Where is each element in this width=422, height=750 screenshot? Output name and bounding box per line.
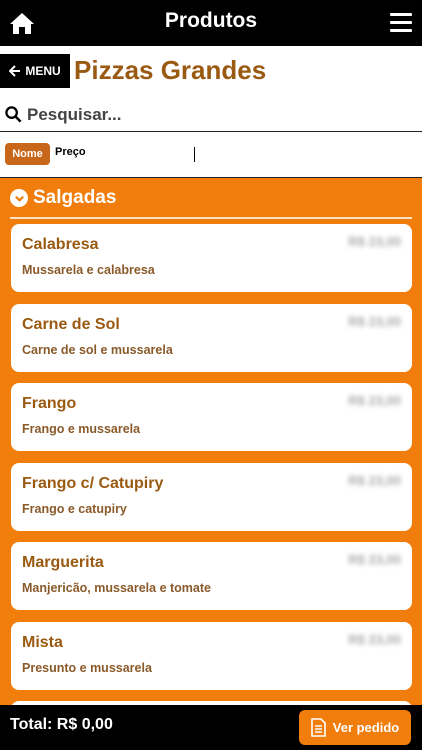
- page-header-title: Produtos: [164, 9, 258, 32]
- product-name: Frango c/ Catupiry: [22, 475, 164, 492]
- view-order-label: Ver pedido: [332, 720, 400, 735]
- footer-bar: Total: R$ 0,00 Ver pedido: [0, 705, 422, 750]
- back-menu-label: MENU: [25, 64, 61, 78]
- back-menu-button[interactable]: MENU: [0, 54, 70, 88]
- product-price: R$ 23,00: [348, 473, 401, 488]
- chevron-down-icon: [10, 189, 28, 207]
- category-title: Pizzas Grandes: [74, 55, 267, 85]
- product-price: R$ 23,00: [348, 314, 401, 329]
- order-total: Total: R$ 0,00: [10, 716, 113, 733]
- product-description: Mussarela e calabresa: [22, 263, 155, 277]
- product-card[interactable]: Marguerita Manjericão, mussarela e tomat…: [11, 542, 412, 610]
- search-input[interactable]: [27, 104, 407, 125]
- view-order-button[interactable]: Ver pedido: [299, 710, 411, 745]
- product-name: Marguerita: [22, 554, 104, 571]
- product-name: Carne de Sol: [22, 316, 120, 333]
- product-price: R$ 23,00: [348, 234, 401, 249]
- arrow-left-icon: [9, 65, 21, 77]
- product-card[interactable]: Frango Frango e mussarela R$ 23,00: [11, 383, 412, 451]
- hamburger-icon[interactable]: [390, 13, 412, 33]
- section-header[interactable]: Salgadas: [10, 187, 116, 209]
- sort-nome-button[interactable]: Nome: [5, 143, 50, 165]
- sort-bar: Nome Preço: [0, 133, 422, 178]
- search-icon: [5, 106, 22, 123]
- product-card[interactable]: Calabresa Mussarela e calabresa R$ 23,00: [11, 224, 412, 292]
- product-price: R$ 23,00: [348, 393, 401, 408]
- product-name: Mista: [22, 634, 63, 651]
- section-divider: [10, 217, 412, 219]
- product-card[interactable]: Carne de Sol Carne de sol e mussarela R$…: [11, 304, 412, 372]
- product-description: Manjericão, mussarela e tomate: [22, 581, 211, 595]
- product-list: Salgadas Calabresa Mussarela e calabresa…: [0, 178, 422, 705]
- text-cursor: [194, 147, 195, 162]
- product-price: R$ 23,00: [348, 632, 401, 647]
- product-description: Frango e mussarela: [22, 422, 141, 436]
- product-card[interactable]: Mista Presunto e mussarela R$ 23,00: [11, 622, 412, 690]
- product-description: Carne de sol e mussarela: [22, 343, 173, 357]
- product-description: Presunto e mussarela: [22, 661, 152, 675]
- section-title: Salgadas: [33, 187, 117, 208]
- sort-preco-button[interactable]: Preço: [55, 146, 86, 158]
- document-icon: [310, 718, 326, 737]
- product-description: Frango e catupiry: [22, 502, 127, 516]
- product-card[interactable]: Frango c/ Catupiry Frango e catupiry R$ …: [11, 463, 412, 531]
- top-bar: Produtos: [0, 0, 422, 46]
- product-name: Frango: [22, 395, 77, 412]
- search-bar: [0, 98, 422, 132]
- product-name: Calabresa: [22, 236, 99, 253]
- product-price: R$ 23,00: [348, 552, 401, 567]
